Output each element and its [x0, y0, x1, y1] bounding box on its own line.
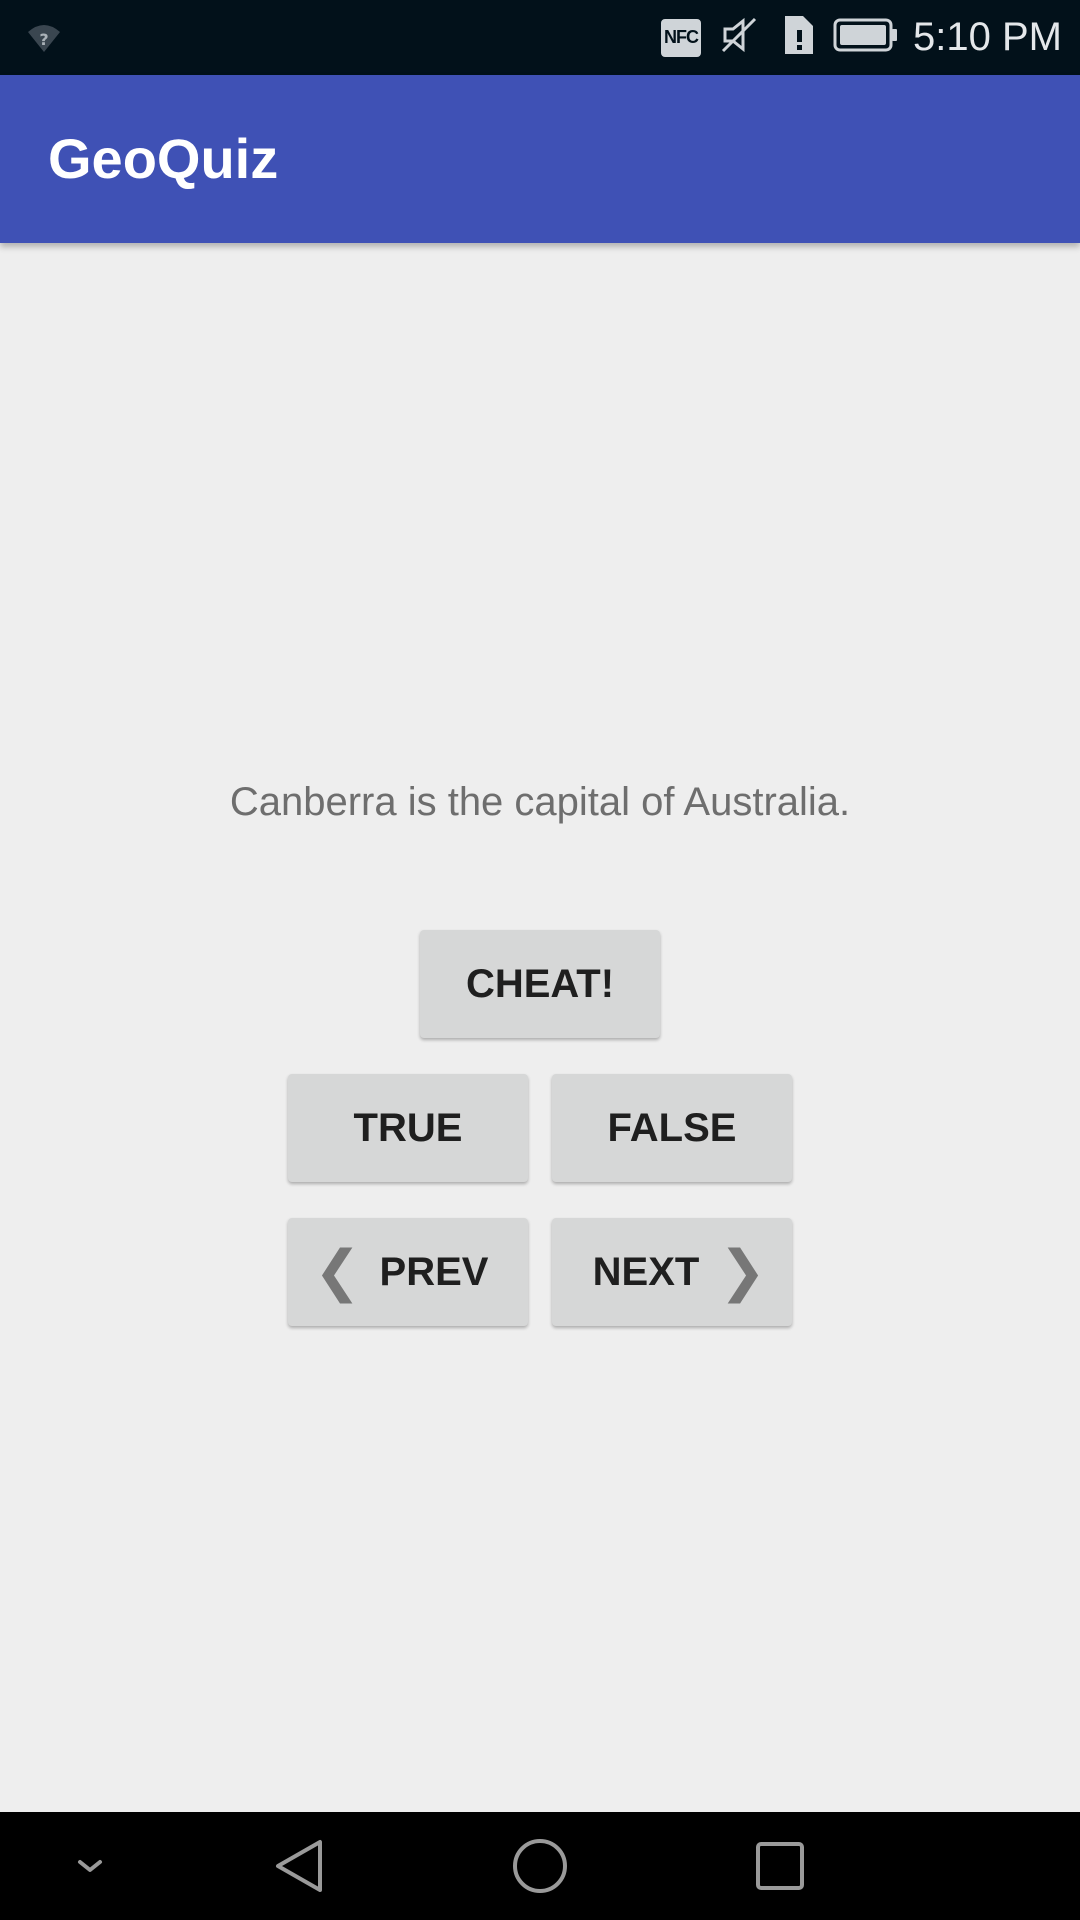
mute-icon	[719, 15, 759, 60]
back-icon[interactable]	[270, 1836, 330, 1896]
prev-button[interactable]: ❮ PREV	[288, 1218, 528, 1326]
status-icons: NFC 5:10 PM	[643, 0, 1062, 75]
chevron-right-icon: ❯	[719, 1239, 766, 1302]
chevron-left-icon: ❮	[314, 1239, 361, 1302]
status-time: 5:10 PM	[913, 15, 1062, 59]
true-button[interactable]: TRUE	[288, 1074, 528, 1182]
wifi-unknown-icon: ?	[26, 20, 62, 56]
cheat-button[interactable]: CHEAT!	[420, 930, 660, 1038]
svg-text:?: ?	[39, 30, 48, 49]
navigation-bar	[0, 1812, 1080, 1920]
prev-button-label: PREV	[379, 1249, 489, 1294]
chevron-down-icon[interactable]	[60, 1836, 120, 1896]
next-button[interactable]: NEXT ❯	[552, 1218, 792, 1326]
status-bar: ? NFC 5:10 PM	[0, 0, 1080, 75]
sim-alert-icon	[777, 14, 815, 61]
next-button-label: NEXT	[592, 1249, 700, 1294]
battery-icon	[833, 18, 899, 57]
recents-icon[interactable]	[750, 1836, 810, 1896]
nfc-icon: NFC	[661, 18, 702, 57]
question-text: Canberra is the capital of Australia.	[229, 780, 851, 824]
true-button-label: TRUE	[353, 1105, 463, 1150]
home-icon[interactable]	[510, 1836, 570, 1896]
false-button-label: FALSE	[607, 1105, 737, 1150]
app-bar: GeoQuiz	[0, 75, 1080, 243]
app-title: GeoQuiz	[48, 127, 279, 190]
cheat-button-label: CHEAT!	[465, 961, 615, 1006]
false-button[interactable]: FALSE	[552, 1074, 792, 1182]
